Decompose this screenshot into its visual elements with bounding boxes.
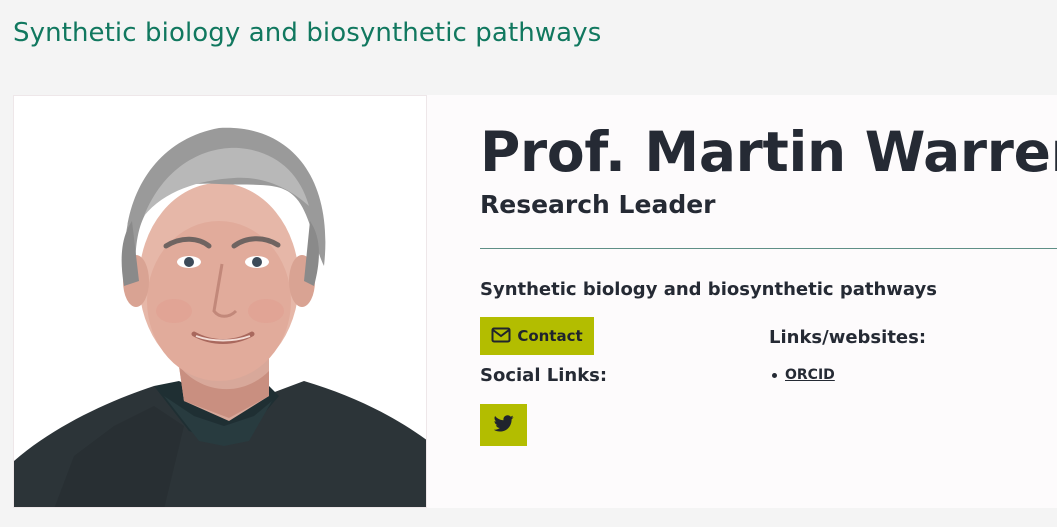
profile-name: Prof. Martin Warren <box>480 120 1057 184</box>
section-title: Synthetic biology and biosynthetic pathw… <box>13 18 602 48</box>
envelope-icon <box>491 327 511 346</box>
research-group: Synthetic biology and biosynthetic pathw… <box>480 279 937 300</box>
contact-button-label: Contact <box>517 327 583 345</box>
contact-button[interactable]: Contact <box>480 317 594 355</box>
profile-card: Prof. Martin Warren Research Leader Synt… <box>13 95 1057 508</box>
portrait-photo <box>14 96 426 507</box>
list-item: ORCID <box>769 367 835 383</box>
divider <box>480 248 1057 249</box>
links-websites-heading: Links/websites: <box>769 327 927 348</box>
links-list: ORCID <box>769 367 835 383</box>
twitter-link[interactable] <box>480 404 527 446</box>
twitter-icon <box>493 414 514 436</box>
profile-photo <box>13 95 427 508</box>
orcid-link[interactable]: ORCID <box>785 367 835 383</box>
bullet <box>772 372 777 378</box>
profile-role: Research Leader <box>480 190 716 219</box>
profile-info: Prof. Martin Warren Research Leader Synt… <box>480 95 1057 508</box>
page: Synthetic biology and biosynthetic pathw… <box>0 0 1057 527</box>
social-links-heading: Social Links: <box>480 365 608 386</box>
